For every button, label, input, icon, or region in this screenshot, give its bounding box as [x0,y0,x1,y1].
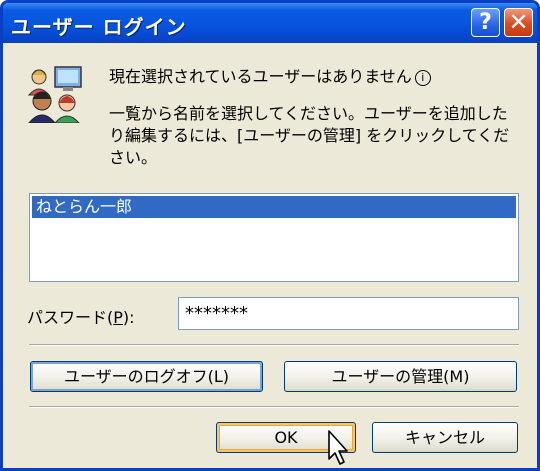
login-dialog: ユーザー ログイン ? ✕ 現在選択されているユーザーはありません i 一覧から名… [0,0,540,471]
password-label-key: P [113,308,123,327]
status-text: 現在選択されているユーザーはありません [109,67,412,86]
divider [29,344,519,346]
logoff-user-button[interactable]: ユーザーのログオフ(L) [30,361,263,392]
instruction-text: 一覧から名前を選択してください。ユーザーを追加したり編集するには、[ユーザーの管… [109,104,510,167]
password-label: パスワード(P): [27,304,135,328]
manage-users-button[interactable]: ユーザーの管理(M) [284,361,517,392]
close-button[interactable]: ✕ [504,8,533,37]
list-item-user[interactable]: ねとらん一郎 [32,196,516,218]
window-title: ユーザー ログイン [11,15,187,39]
mouse-cursor-icon [328,430,348,465]
user-list[interactable]: ねとらん一郎 [29,193,519,282]
users-icon [27,66,82,123]
cancel-button[interactable]: キャンセル [372,422,518,453]
divider [29,406,519,408]
password-field[interactable]: ******* [178,297,519,330]
password-label-after: ): [122,308,135,327]
title-bar[interactable]: ユーザー ログイン ? ✕ [3,3,537,43]
help-button[interactable]: ? [471,8,500,37]
info-icon: i [414,70,431,86]
status-message: 現在選択されているユーザーはありません i [109,66,431,88]
password-label-before: パスワード( [27,308,114,327]
